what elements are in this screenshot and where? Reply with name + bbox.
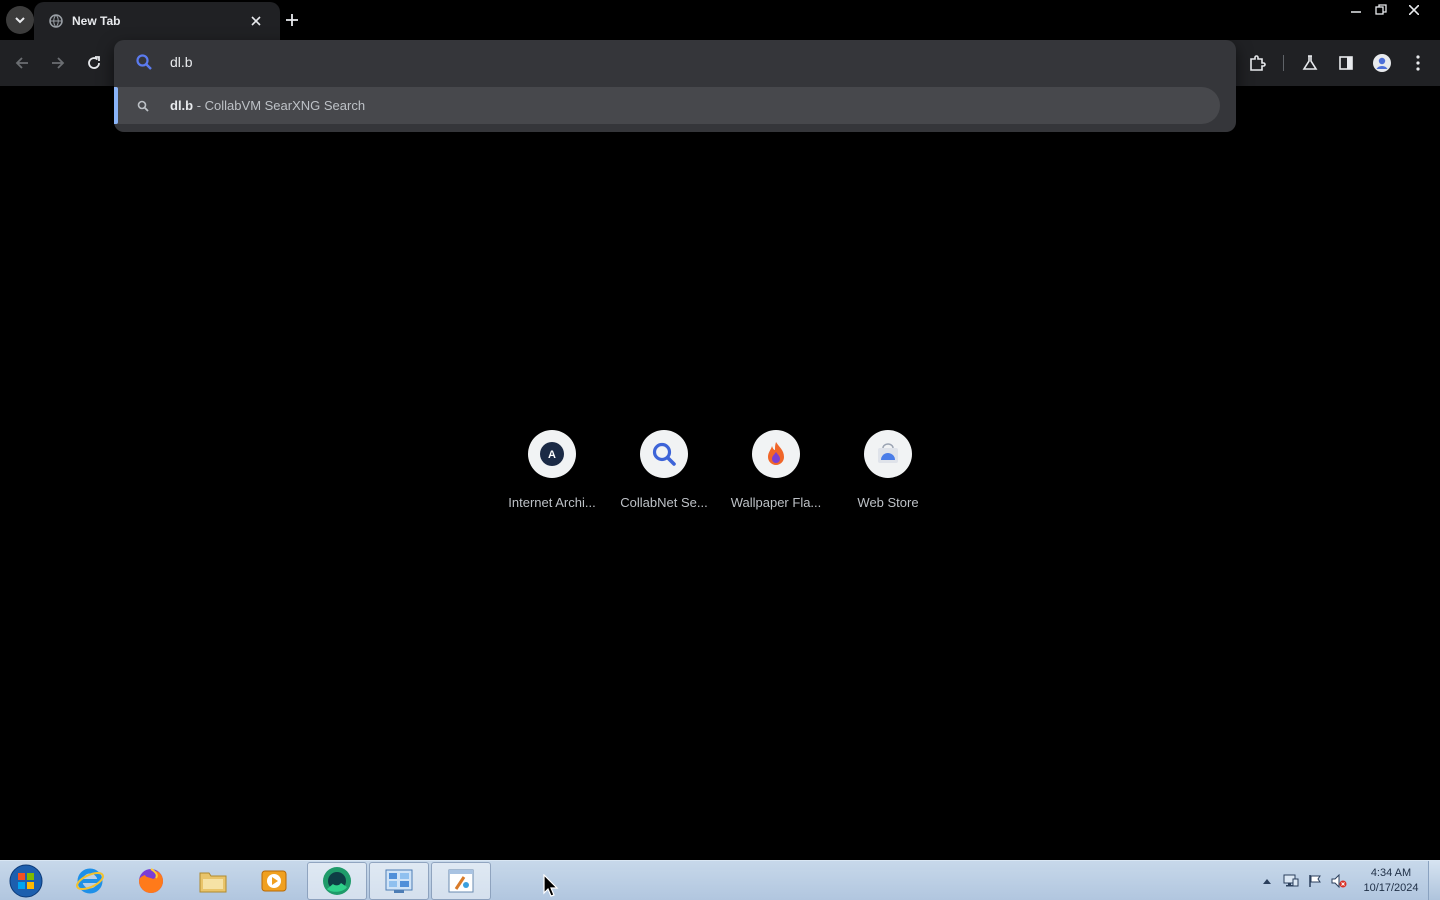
side-panel-icon <box>1339 56 1353 70</box>
taskbar-firefox[interactable] <box>121 862 181 900</box>
media-player-icon <box>261 870 287 892</box>
clock-time: 4:34 AM <box>1370 867 1412 879</box>
taskbar-chrome[interactable] <box>307 862 367 900</box>
windows-logo-icon <box>9 864 43 898</box>
internet-archive-icon: A <box>528 430 576 478</box>
reload-icon <box>88 56 100 69</box>
taskbar-clock[interactable]: 4:34 AM 10/17/2024 <box>1358 866 1424 896</box>
shortcut-collabnet-search[interactable]: CollabNet Se... <box>608 430 720 520</box>
omnibox-popup: dl.b - CollabVM SearXNG Search <box>114 40 1236 132</box>
web-store-icon <box>864 430 912 478</box>
taskbar-control-panel[interactable] <box>369 862 429 900</box>
folder-icon <box>199 872 227 893</box>
suggestion-text: dl.b - CollabVM SearXNG Search <box>170 98 365 113</box>
side-panel-button[interactable] <box>1332 49 1360 77</box>
search-icon <box>134 52 154 72</box>
arrow-left-icon <box>15 57 28 69</box>
network-icon <box>1283 874 1299 887</box>
toolbar-divider <box>1283 55 1284 71</box>
restore-button[interactable] <box>1366 0 1396 20</box>
profile-button[interactable] <box>1368 49 1396 77</box>
tray-network[interactable] <box>1283 873 1299 889</box>
shortcut-label: CollabNet Se... <box>620 495 708 510</box>
shortcut-label: Internet Archi... <box>508 495 596 510</box>
taskbar-file-explorer[interactable] <box>183 862 243 900</box>
labs-button[interactable] <box>1296 49 1324 77</box>
avatar-icon <box>1373 54 1391 72</box>
menu-button[interactable] <box>1404 49 1432 77</box>
forward-button[interactable] <box>44 49 72 77</box>
tab-title: New Tab <box>72 14 121 28</box>
chrome-icon <box>323 867 351 895</box>
puzzle-icon <box>1250 55 1266 71</box>
firefox-icon <box>139 868 163 893</box>
chevron-up-icon <box>1263 879 1271 884</box>
show-hidden-icons-button[interactable] <box>1259 873 1275 889</box>
suggestion-match: dl.b <box>170 98 194 113</box>
clock-date: 10/17/2024 <box>1363 882 1419 894</box>
paint-icon <box>448 869 474 893</box>
tab-new-tab[interactable]: New Tab <box>34 2 280 40</box>
shortcut-web-store[interactable]: Web Store <box>832 430 944 520</box>
taskbar-internet-explorer[interactable] <box>60 862 120 900</box>
shortcut-wallpaper-flare[interactable]: Wallpaper Fla... <box>720 430 832 520</box>
omnibox-suggestion[interactable]: dl.b - CollabVM SearXNG Search <box>114 87 1220 124</box>
flask-icon <box>1302 55 1318 70</box>
control-panel-icon <box>385 869 413 893</box>
address-input[interactable] <box>170 54 1070 70</box>
flag-icon <box>1309 875 1321 887</box>
shortcut-label: Wallpaper Fla... <box>730 495 822 510</box>
back-button[interactable] <box>8 49 36 77</box>
plus-icon <box>286 14 298 26</box>
close-icon[interactable] <box>246 11 266 31</box>
start-button[interactable] <box>7 863 45 899</box>
shortcut-label: Web Store <box>857 495 919 510</box>
minimize-icon <box>1351 11 1361 13</box>
magnifier-icon <box>640 430 688 478</box>
reload-button[interactable] <box>80 49 108 77</box>
svg-text:A: A <box>548 449 556 461</box>
taskbar-media-player[interactable] <box>244 862 304 900</box>
internet-explorer-icon <box>76 868 104 894</box>
taskbar: 4:34 AM 10/17/2024 <box>0 860 1440 900</box>
show-desktop-button[interactable] <box>1428 861 1440 900</box>
suggestion-description: - CollabVM SearXNG Search <box>193 98 366 113</box>
tray-volume[interactable] <box>1331 873 1347 889</box>
more-vertical-icon <box>1416 55 1420 71</box>
flame-icon <box>752 430 800 478</box>
tab-strip: New Tab <box>0 0 1440 40</box>
screen: New Tab dl.b dl.b - CollabVM SearXNG Sea… <box>0 0 1440 900</box>
close-icon <box>1409 5 1419 15</box>
omnibox[interactable] <box>114 40 1236 84</box>
search-icon <box>136 99 150 113</box>
taskbar-paint[interactable] <box>431 862 491 900</box>
extensions-button[interactable] <box>1243 49 1271 77</box>
tray-action-center[interactable] <box>1307 873 1323 889</box>
close-window-button[interactable] <box>1399 0 1429 20</box>
volume-muted-icon <box>1331 874 1347 888</box>
new-tab-button[interactable] <box>280 8 304 32</box>
globe-icon <box>48 13 64 29</box>
chevron-down-icon <box>15 17 25 24</box>
mouse-cursor-icon <box>543 874 559 897</box>
suggestion-selected-indicator <box>114 87 118 124</box>
restore-icon <box>1375 4 1387 15</box>
tab-search-button[interactable] <box>6 6 34 34</box>
arrow-right-icon <box>52 57 65 69</box>
shortcut-internet-archive[interactable]: A Internet Archi... <box>496 430 608 520</box>
